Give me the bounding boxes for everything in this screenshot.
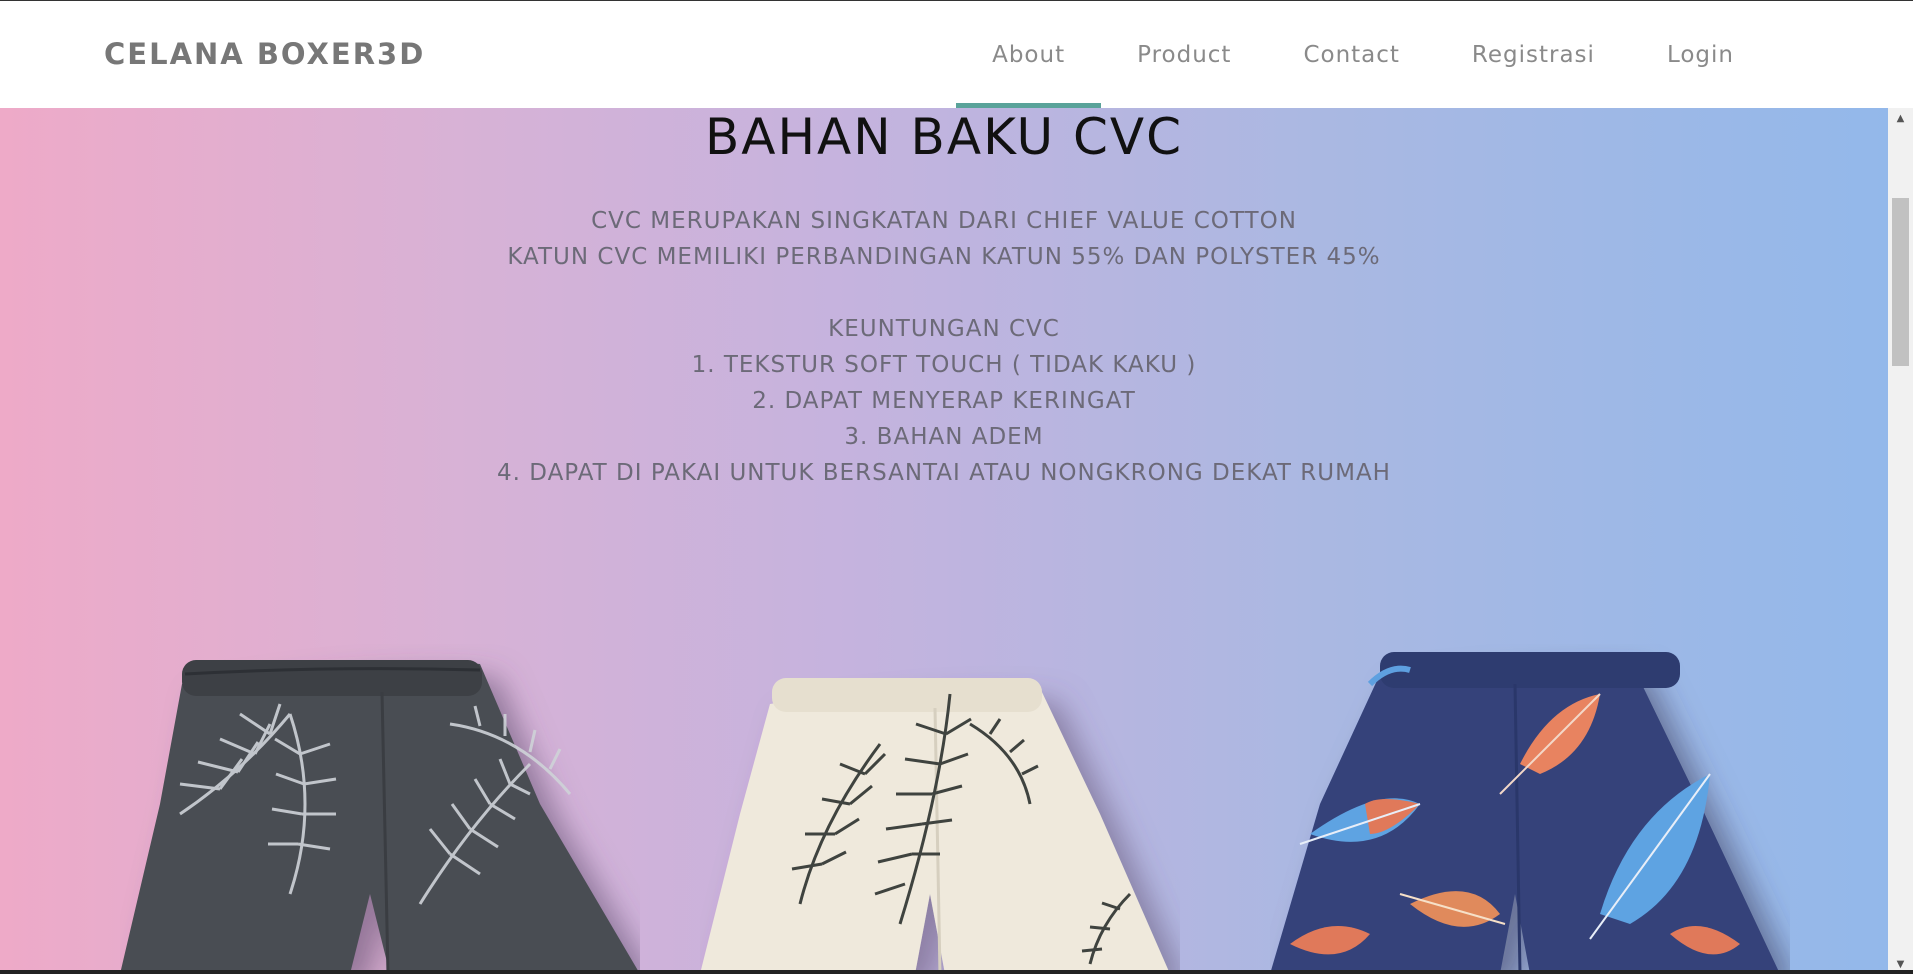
scroll-up-icon[interactable]: ▲: [1888, 108, 1913, 128]
nav-item-about[interactable]: About: [956, 1, 1102, 108]
benefit-item: 2. DAPAT MENYERAP KERINGAT: [752, 388, 1136, 414]
brand-logo[interactable]: CELANA BOXER3D: [104, 37, 425, 71]
window-bottom-border: [0, 970, 1913, 974]
nav-item-login[interactable]: Login: [1631, 1, 1770, 108]
page-title: BAHAN BAKU CVC: [704, 108, 1184, 166]
benefit-item: 1. TEKSTUR SOFT TOUCH ( TIDAK KAKU ): [691, 352, 1197, 378]
nav-links: About Product Contact Registrasi Login: [956, 1, 1770, 108]
description-line: KATUN CVC MEMILIKI PERBANDINGAN KATUN 55…: [507, 244, 1381, 270]
product-image-navy-feather-shorts[interactable]: [1270, 644, 1790, 974]
nav-item-product[interactable]: Product: [1101, 1, 1267, 108]
page: CELANA BOXER3D About Product Contact Reg…: [0, 0, 1913, 974]
nav-item-contact[interactable]: Contact: [1267, 1, 1435, 108]
benefit-item: 3. BAHAN ADEM: [844, 424, 1044, 450]
hero-section: BAHAN BAKU CVC CVC MERUPAKAN SINGKATAN D…: [0, 108, 1888, 974]
benefits-title: KEUNTUNGAN CVC: [828, 316, 1060, 342]
product-image-cream-palm-shorts[interactable]: [700, 664, 1180, 974]
product-image-dark-palm-shorts[interactable]: [120, 644, 640, 974]
description-block: CVC MERUPAKAN SINGKATAN DARI CHIEF VALUE…: [0, 203, 1888, 491]
vertical-scrollbar[interactable]: ▲ ▼: [1888, 108, 1913, 974]
nav-item-registrasi[interactable]: Registrasi: [1436, 1, 1631, 108]
scroll-thumb[interactable]: [1892, 198, 1909, 366]
description-line: CVC MERUPAKAN SINGKATAN DARI CHIEF VALUE…: [591, 208, 1297, 234]
benefit-item: 4. DAPAT DI PAKAI UNTUK BERSANTAI ATAU N…: [497, 460, 1391, 486]
navbar: CELANA BOXER3D About Product Contact Reg…: [0, 1, 1888, 108]
